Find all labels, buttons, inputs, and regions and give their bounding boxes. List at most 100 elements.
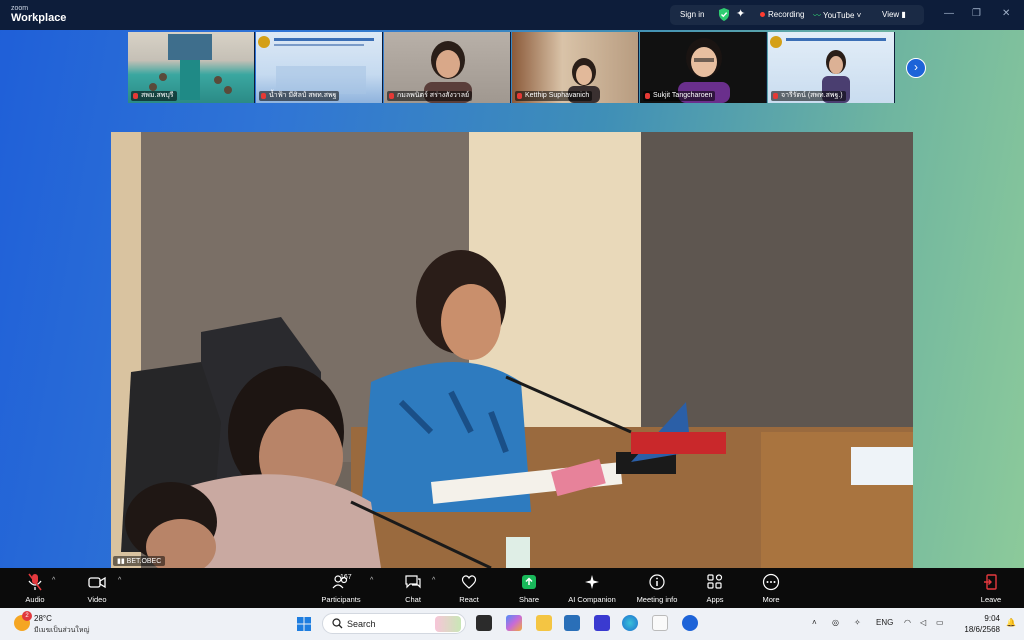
brand-small: zoom bbox=[11, 5, 29, 12]
next-page-chevron-icon[interactable]: › bbox=[906, 58, 926, 78]
youtube-label: YouTube bbox=[823, 11, 855, 20]
react-button[interactable]: React bbox=[454, 573, 484, 604]
top-controls: Sign in ✦ Recording 〰 YouTube ˅ View ▮ bbox=[670, 5, 924, 25]
zoom-app-icon[interactable] bbox=[682, 615, 698, 631]
zoom-workplace-logo: zoom Workplace bbox=[11, 5, 66, 24]
thumbnail-name-text: Sukjit Tangcharoen bbox=[653, 92, 713, 99]
meeting-toolbar: Audio ^ Video ^ 167 Participants ^ Chat … bbox=[0, 568, 1024, 608]
weather-desc: มีเมฆเป็นส่วนใหญ่ bbox=[34, 627, 90, 634]
taskbar-clock[interactable]: 9:04 18/6/2568 bbox=[960, 613, 1000, 635]
youtube-livestream-button[interactable]: 〰 YouTube ˅ bbox=[813, 10, 861, 21]
network-status-icon[interactable]: ◎ bbox=[832, 618, 839, 627]
windows-start-icon[interactable] bbox=[297, 617, 311, 631]
muted-mic-icon bbox=[133, 93, 138, 99]
security-shield-icon[interactable] bbox=[718, 8, 730, 21]
tray-overflow-chevron-icon[interactable]: ˄ bbox=[812, 618, 817, 627]
thumbnail-name-text: Ketthip Suphavanich bbox=[525, 92, 590, 99]
chat-bubble-icon bbox=[405, 575, 421, 589]
file-explorer-icon[interactable] bbox=[536, 615, 552, 631]
muted-mic-icon bbox=[645, 93, 650, 99]
video-camera-icon bbox=[88, 576, 106, 589]
restore-icon[interactable]: ❐ bbox=[972, 8, 981, 19]
battery-icon[interactable]: ▭ bbox=[936, 618, 944, 627]
video-options-chevron-icon[interactable]: ^ bbox=[118, 577, 121, 584]
participants-button[interactable]: 167 Participants bbox=[316, 573, 366, 604]
apps-button[interactable]: Apps bbox=[700, 573, 730, 604]
speaker-video-image bbox=[111, 132, 913, 568]
participant-thumbnail[interactable]: น้ำฟ้า มีศิลป์ สพท.สพฐ bbox=[256, 32, 383, 103]
more-button[interactable]: More bbox=[756, 573, 786, 604]
audio-button[interactable]: Audio bbox=[20, 573, 50, 604]
leave-label: Leave bbox=[980, 595, 1002, 604]
document-icon[interactable] bbox=[652, 615, 668, 631]
recording-indicator[interactable]: Recording bbox=[760, 10, 804, 19]
chat-label: Chat bbox=[405, 595, 421, 604]
ai-sparkle-icon[interactable]: ✦ bbox=[736, 7, 745, 20]
participant-thumbnail[interactable]: จารีรัตน์ (สพท.สพฐ.) bbox=[768, 32, 895, 103]
title-bar: zoom Workplace Sign in ✦ Recording 〰 YouT… bbox=[0, 0, 1024, 30]
more-dots-icon bbox=[762, 573, 780, 591]
close-icon[interactable]: ✕ bbox=[1002, 8, 1010, 19]
muted-mic-icon bbox=[261, 93, 266, 99]
edge-browser-icon[interactable] bbox=[622, 615, 638, 631]
notifications-bell-icon[interactable]: 🔔 bbox=[1006, 618, 1016, 627]
minimize-icon[interactable]: — bbox=[944, 8, 954, 19]
search-icon bbox=[332, 618, 343, 629]
language-indicator[interactable]: ENG bbox=[876, 618, 893, 627]
leave-button[interactable]: Leave bbox=[976, 573, 1006, 604]
clock-time: 9:04 bbox=[984, 614, 1000, 623]
thumbnail-name-text: จารีรัตน์ (สพท.สพฐ.) bbox=[781, 92, 843, 99]
info-icon bbox=[649, 574, 665, 590]
task-view-icon[interactable] bbox=[476, 615, 492, 631]
apps-label: Apps bbox=[706, 595, 724, 604]
participants-options-chevron-icon[interactable]: ^ bbox=[370, 577, 373, 584]
audio-label: Audio bbox=[25, 595, 45, 604]
ai-companion-label: AI Companion bbox=[568, 595, 616, 604]
ai-sparkle-icon bbox=[585, 575, 599, 589]
app-icon[interactable] bbox=[594, 615, 610, 631]
participant-thumbnail[interactable]: สพม.สพบุรี bbox=[128, 32, 255, 103]
thumbnail-name: Sukjit Tangcharoen bbox=[643, 91, 716, 101]
chat-button[interactable]: Chat bbox=[398, 573, 428, 604]
muted-microphone-icon bbox=[28, 573, 42, 591]
view-label: View bbox=[882, 10, 900, 19]
muted-mic-icon bbox=[389, 93, 394, 99]
share-screen-icon bbox=[522, 575, 536, 589]
thumbnail-name: Ketthip Suphavanich bbox=[515, 91, 593, 101]
taskbar-search[interactable]: Search bbox=[322, 613, 466, 634]
muted-mic-icon bbox=[517, 93, 522, 99]
bluetooth-icon[interactable]: ✧ bbox=[854, 618, 861, 627]
participant-thumbnail[interactable]: กมลพนิตร์ สร่างสังวาลย์ bbox=[384, 32, 511, 103]
thumbnail-name: น้ำฟ้า มีศิลป์ สพท.สพฐ bbox=[259, 91, 340, 101]
thumbnail-name-text: สพม.สพบุรี bbox=[141, 92, 174, 99]
sign-in-button[interactable]: Sign in bbox=[680, 10, 704, 19]
clock-date: 18/6/2568 bbox=[964, 625, 1000, 634]
meeting-info-button[interactable]: Meeting info bbox=[630, 573, 684, 604]
react-label: React bbox=[459, 595, 479, 604]
participant-thumbnail[interactable]: Ketthip Suphavanich bbox=[512, 32, 639, 103]
recording-label: Recording bbox=[768, 10, 805, 19]
active-speaker-video: ▮▮ BET.OBEC bbox=[111, 132, 913, 568]
search-placeholder: Search bbox=[347, 619, 376, 629]
wifi-icon[interactable]: ◠ bbox=[904, 618, 911, 627]
copilot-icon[interactable] bbox=[506, 615, 522, 631]
video-label: Video bbox=[87, 595, 107, 604]
leave-door-icon bbox=[984, 574, 997, 590]
chat-options-chevron-icon[interactable]: ^ bbox=[432, 577, 435, 584]
store-icon[interactable] bbox=[564, 615, 580, 631]
audio-options-chevron-icon[interactable]: ^ bbox=[52, 577, 55, 584]
participant-thumbnail[interactable]: Sukjit Tangcharoen bbox=[640, 32, 767, 103]
view-button[interactable]: View ▮ bbox=[882, 10, 906, 19]
heart-icon bbox=[461, 575, 477, 589]
meeting-info-label: Meeting info bbox=[636, 595, 678, 604]
thumbnail-name: สพม.สพบุรี bbox=[131, 91, 177, 101]
volume-icon[interactable]: ◁ bbox=[920, 618, 926, 627]
notification-badge: 2 bbox=[22, 611, 32, 621]
livestream-signal-icon: 〰 bbox=[813, 11, 821, 20]
video-name-label: ▮▮ BET.OBEC bbox=[113, 556, 166, 566]
video-button[interactable]: Video bbox=[82, 573, 112, 604]
share-button[interactable]: Share bbox=[514, 573, 544, 604]
record-dot-icon bbox=[760, 12, 765, 18]
ai-companion-button[interactable]: AI Companion bbox=[562, 573, 622, 604]
participants-count: 167 bbox=[340, 574, 352, 581]
